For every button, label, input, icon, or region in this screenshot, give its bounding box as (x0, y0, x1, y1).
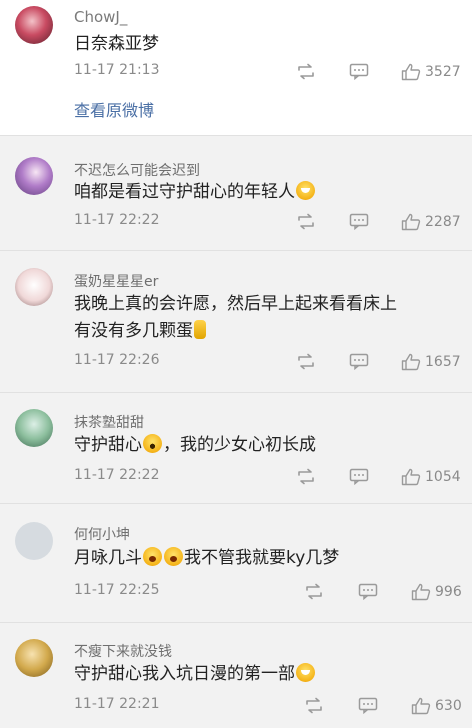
like-count: 996 (435, 584, 462, 600)
comment-icon[interactable] (358, 697, 378, 714)
like-count: 2287 (425, 214, 461, 230)
like-button[interactable]: 630 (411, 696, 462, 716)
shocked-emoji-icon (143, 547, 162, 566)
repost-icon[interactable] (296, 213, 316, 230)
thumbs-up-icon (401, 63, 421, 81)
like-count: 3527 (425, 64, 461, 80)
comment-icon[interactable] (349, 468, 369, 485)
comment-meta: 11-17 22:22 2287 (0, 212, 472, 232)
like-button[interactable]: 3527 (401, 62, 461, 82)
like-count: 1054 (425, 469, 461, 485)
avatar[interactable] (15, 522, 53, 560)
avatar[interactable] (15, 639, 53, 677)
like-button[interactable]: 1054 (401, 467, 461, 487)
comment-meta: 11-17 22:21 630 (0, 696, 472, 716)
crying-emoji-icon (143, 434, 162, 453)
repost-icon[interactable] (304, 583, 324, 600)
dog-emoji-icon (296, 181, 315, 200)
comment-username[interactable]: 蛋奶星星星er (74, 271, 158, 291)
comment-text-content: 守护甜心我入坑日漫的第一部 (74, 664, 295, 684)
like-count: 630 (435, 698, 462, 714)
shocked-emoji-icon (164, 547, 183, 566)
comment-text: 守护甜心我入坑日漫的第一部 (74, 662, 316, 687)
kneeling-emoji-icon (194, 320, 206, 339)
avatar[interactable] (15, 409, 53, 447)
comment-meta: 11-17 22:25 996 (0, 582, 472, 602)
repost-icon[interactable] (296, 468, 316, 485)
repost-icon[interactable] (296, 63, 316, 80)
comment-text-line: 有没有多几颗蛋 (74, 319, 207, 344)
thumbs-up-icon (401, 468, 421, 486)
top-comment-card: ChowJ_ 日奈森亚梦 11-17 21:13 3527 查看原微博 (0, 0, 472, 135)
comment-text-content: 我不管我就要ky几梦 (184, 548, 340, 568)
comment-username[interactable]: 不瘦下来就没钱 (74, 641, 172, 661)
dog-emoji-icon (296, 663, 315, 682)
thumbs-up-icon (411, 697, 431, 715)
thumbs-up-icon (401, 353, 421, 371)
comment-text-line: 我晚上真的会许愿，然后早上起来看看床上 (74, 294, 397, 314)
comment-time: 11-17 22:21 (74, 696, 160, 712)
comment-username[interactable]: 抹茶塾甜甜 (74, 412, 144, 432)
comment-icon[interactable] (358, 583, 378, 600)
comment-text-content: 守护甜心 (74, 435, 142, 455)
divider (0, 622, 472, 623)
comment-username[interactable]: 何何小坤 (74, 524, 130, 544)
divider (0, 392, 472, 393)
comment-time: 11-17 21:13 (74, 62, 160, 78)
comment-icon[interactable] (349, 353, 369, 370)
thumbs-up-icon (401, 213, 421, 231)
comment-icon[interactable] (349, 213, 369, 230)
comment-text-content: 有没有多几颗蛋 (74, 321, 193, 341)
divider (0, 135, 472, 136)
comment-time: 11-17 22:26 (74, 352, 160, 368)
comment-text-content: ，我的少女心初长成 (163, 435, 316, 455)
comment-meta: 11-17 21:13 3527 (0, 62, 472, 82)
view-original-post-link[interactable]: 查看原微博 (74, 97, 154, 121)
comment-username[interactable]: 不迟怎么可能会迟到 (74, 160, 200, 180)
comment-text-content: 咱都是看过守护甜心的年轻人 (74, 182, 295, 202)
comment-username[interactable]: ChowJ_ (74, 8, 127, 26)
divider (0, 250, 472, 251)
comment-text: 守护甜心 ，我的少女心初长成 (74, 433, 316, 458)
avatar[interactable] (15, 268, 53, 306)
repost-icon[interactable] (296, 353, 316, 370)
comment-text: 咱都是看过守护甜心的年轻人 (74, 180, 316, 205)
comment-text: 月咏几斗 我不管我就要ky几梦 (74, 546, 339, 571)
like-button[interactable]: 1657 (401, 352, 461, 372)
repost-icon[interactable] (304, 697, 324, 714)
comment-meta: 11-17 22:26 1657 (0, 352, 472, 372)
comment-icon[interactable] (349, 63, 369, 80)
comment-time: 11-17 22:25 (74, 582, 160, 598)
thumbs-up-icon (411, 583, 431, 601)
comment-time: 11-17 22:22 (74, 212, 160, 228)
avatar[interactable] (15, 157, 53, 195)
comment-text: 日奈森亚梦 (74, 34, 159, 54)
avatar[interactable] (15, 6, 53, 44)
comment-text-content: 月咏几斗 (74, 548, 142, 568)
comment-time: 11-17 22:22 (74, 467, 160, 483)
like-button[interactable]: 2287 (401, 212, 461, 232)
divider (0, 503, 472, 504)
comment-meta: 11-17 22:22 1054 (0, 467, 472, 487)
like-count: 1657 (425, 354, 461, 370)
like-button[interactable]: 996 (411, 582, 462, 602)
